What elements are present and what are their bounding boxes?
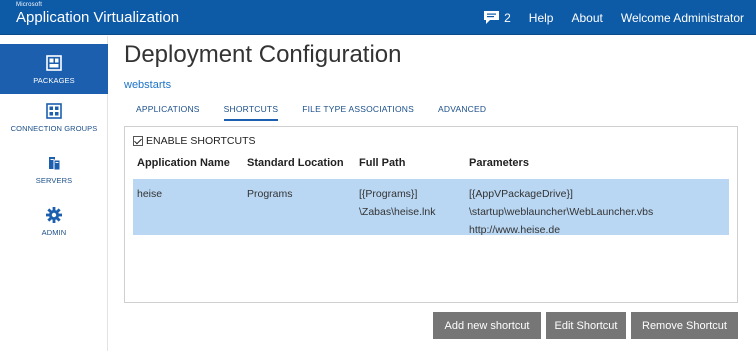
breadcrumb-link[interactable]: webstarts <box>124 79 171 91</box>
parameters-line: http://www.heise.de <box>469 224 561 236</box>
connection-groups-icon <box>46 103 62 119</box>
messages-icon <box>484 11 500 24</box>
gear-icon <box>46 207 62 223</box>
cell-application-name: heise <box>137 188 163 200</box>
full-path-line: \Zabas\heise.lnk <box>359 206 436 218</box>
table-row[interactable]: heise Programs [{Programs}] \Zabas\heise… <box>133 179 729 236</box>
sidebar-item-label: PACKAGES <box>33 76 75 85</box>
tab-file-type-associations[interactable]: FILE TYPE ASSOCIATIONS <box>302 104 414 121</box>
parameters-line: \startup\weblauncher\WebLauncher.vbs <box>469 206 654 218</box>
enable-shortcuts-checkbox[interactable] <box>133 136 143 146</box>
sidebar-item-packages[interactable]: PACKAGES <box>0 44 108 94</box>
tab-applications[interactable]: APPLICATIONS <box>136 104 200 121</box>
app-logo: Microsoft Application Virtualization <box>16 2 179 27</box>
servers-icon <box>49 157 61 171</box>
column-header-full-path: Full Path <box>359 157 406 169</box>
cell-full-path: [{Programs}] \Zabas\heise.lnk <box>359 185 435 221</box>
column-header-application-name: Application Name <box>137 157 230 169</box>
brand-title: Application Virtualization <box>16 9 180 26</box>
tab-shortcuts[interactable]: SHORTCUTS <box>223 104 279 121</box>
enable-shortcuts-option: ENABLE SHORTCUTS <box>133 135 256 147</box>
top-bar: Microsoft Application Virtualization 2 H… <box>0 0 756 35</box>
column-header-standard-location: Standard Location <box>247 157 344 169</box>
cell-parameters: [{AppVPackageDrive}] \startup\weblaunche… <box>469 185 653 239</box>
sidebar-item-label: SERVERS <box>35 176 73 185</box>
sidebar-item-admin[interactable]: ADMIN <box>0 202 108 252</box>
full-path-line: [{Programs}] <box>359 188 418 200</box>
parameters-line: [{AppVPackageDrive}] <box>469 188 573 200</box>
cell-standard-location: Programs <box>247 188 293 200</box>
brand-company: Microsoft <box>16 2 43 8</box>
add-new-shortcut-button[interactable]: Add new shortcut <box>433 312 541 339</box>
page-title: Deployment Configuration <box>124 41 402 68</box>
sidebar-item-label: ADMIN <box>41 228 67 237</box>
tab-advanced[interactable]: ADVANCED <box>438 104 486 121</box>
top-nav: 2 Help About Welcome Administrator <box>465 0 744 35</box>
column-header-parameters: Parameters <box>469 157 529 169</box>
sidebar-item-servers[interactable]: SERVERS <box>0 150 108 200</box>
help-link[interactable]: Help <box>529 11 554 25</box>
remove-shortcut-button[interactable]: Remove Shortcut <box>631 312 738 339</box>
message-count: 2 <box>504 10 511 25</box>
sidebar: PACKAGES CONNECTION GROUPS SERVERS ADMIN <box>0 36 108 351</box>
messages-button[interactable]: 2 <box>483 10 511 25</box>
shortcuts-panel: ENABLE SHORTCUTS Application Name Standa… <box>124 126 738 303</box>
welcome-user[interactable]: Welcome Administrator <box>621 11 744 25</box>
packages-icon <box>46 55 62 71</box>
edit-shortcut-button[interactable]: Edit Shortcut <box>546 312 626 339</box>
sidebar-item-connection-groups[interactable]: CONNECTION GROUPS <box>0 98 108 148</box>
about-link[interactable]: About <box>571 11 602 25</box>
tab-bar: APPLICATIONS SHORTCUTS FILE TYPE ASSOCIA… <box>136 104 510 121</box>
sidebar-item-label: CONNECTION GROUPS <box>10 124 98 133</box>
enable-shortcuts-label: ENABLE SHORTCUTS <box>146 135 256 147</box>
